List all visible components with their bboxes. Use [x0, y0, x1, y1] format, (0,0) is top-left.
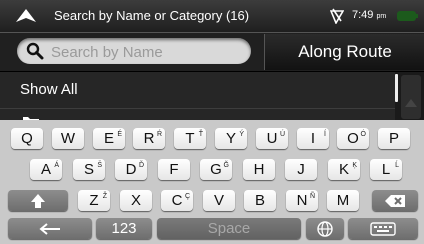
- key-label: F: [169, 161, 179, 178]
- key-alt-label: Ó: [360, 131, 366, 138]
- up-arrow-icon[interactable]: [14, 7, 38, 25]
- key-alt-label: Ď: [138, 162, 144, 169]
- key-t[interactable]: TŤ: [174, 128, 206, 149]
- hide-keyboard-key[interactable]: [348, 218, 418, 239]
- key-alt-label: Ú: [279, 131, 285, 138]
- globe-icon: [317, 220, 333, 237]
- key-label: P: [388, 130, 399, 147]
- key-z[interactable]: ZŽ: [78, 190, 110, 211]
- search-icon: [26, 42, 44, 60]
- key-label: M: [336, 192, 350, 209]
- key-x[interactable]: X: [120, 190, 152, 211]
- key-label: A: [40, 161, 51, 178]
- results-list: Show All: [0, 72, 395, 125]
- key-p[interactable]: P: [378, 128, 410, 149]
- key-label: S: [83, 161, 94, 178]
- key-i[interactable]: IÍ: [297, 128, 329, 149]
- key-e[interactable]: EÉ: [93, 128, 125, 149]
- space-key[interactable]: Space: [157, 218, 301, 239]
- key-alt-label: Ŕ: [156, 131, 162, 138]
- shift-key[interactable]: [8, 190, 68, 211]
- key-r[interactable]: RŔ: [133, 128, 165, 149]
- search-input[interactable]: [49, 41, 243, 63]
- key-label: O: [347, 130, 359, 147]
- key-u[interactable]: UÚ: [256, 128, 288, 149]
- list-item-show-all[interactable]: Show All: [0, 72, 395, 109]
- keyboard-icon: [370, 221, 396, 236]
- key-label: V: [213, 192, 224, 209]
- key-m[interactable]: M: [327, 190, 359, 211]
- key-label: K: [338, 161, 349, 178]
- along-route-button[interactable]: Along Route: [264, 34, 424, 70]
- scroll-up-button[interactable]: [401, 75, 421, 119]
- key-s[interactable]: SŠ: [73, 159, 105, 180]
- key-label: N: [296, 192, 308, 209]
- key-label: E: [103, 130, 114, 147]
- key-n[interactable]: NÑ: [286, 190, 318, 211]
- key-alt-label: Ķ: [352, 162, 357, 169]
- key-label: Q: [21, 130, 33, 147]
- key-y[interactable]: YÝ: [215, 128, 247, 149]
- backspace-icon: [385, 194, 405, 207]
- key-label: I: [310, 130, 316, 147]
- key-alt-label: Ý: [239, 131, 244, 138]
- key-g[interactable]: GĞ: [200, 159, 232, 180]
- backspace-key[interactable]: [372, 190, 418, 211]
- key-label: D: [125, 161, 137, 178]
- key-alt-label: Á: [54, 162, 59, 169]
- key-label: T: [185, 130, 195, 147]
- key-label: W: [60, 130, 76, 147]
- key-label: R: [143, 130, 155, 147]
- key-label: Z: [89, 192, 99, 209]
- battery-icon: [396, 9, 420, 23]
- key-alt-label: Ž: [102, 193, 107, 200]
- key-h[interactable]: H: [243, 159, 275, 180]
- numbers-key[interactable]: 123: [96, 218, 152, 239]
- search-box[interactable]: [17, 38, 251, 64]
- key-k[interactable]: KĶ: [328, 159, 360, 180]
- key-alt-label: Š: [97, 162, 102, 169]
- shift-icon: [31, 193, 45, 208]
- page-title: Search by Name or Category (16): [54, 8, 250, 23]
- gps-icon: [329, 8, 345, 25]
- key-w[interactable]: W: [52, 128, 84, 149]
- clock: 7:49 pm: [352, 9, 386, 21]
- key-alt-label: Ç: [184, 193, 190, 200]
- key-label: B: [254, 192, 265, 209]
- key-c[interactable]: CÇ: [161, 190, 193, 211]
- clock-suffix: pm: [376, 13, 387, 20]
- key-label: J: [297, 161, 305, 178]
- back-key[interactable]: [8, 218, 92, 239]
- key-label: U: [266, 130, 278, 147]
- key-alt-label: Ĺ: [395, 162, 399, 169]
- key-label: C: [171, 192, 183, 209]
- back-arrow-icon: [39, 222, 60, 235]
- scrollbar[interactable]: [395, 72, 424, 120]
- clock-time: 7:49: [352, 9, 374, 21]
- key-label: X: [130, 192, 141, 209]
- key-label: H: [253, 161, 265, 178]
- language-key[interactable]: [306, 218, 344, 239]
- onscreen-keyboard: QWEÉRŔTŤYÝUÚIÍOÓPAÁSŠDĎFGĞHJKĶLĹZŽXCÇVBN…: [0, 120, 424, 244]
- key-v[interactable]: V: [203, 190, 235, 211]
- key-b[interactable]: B: [244, 190, 276, 211]
- key-label: Y: [225, 130, 236, 147]
- key-l[interactable]: LĹ: [370, 159, 402, 180]
- key-label: L: [381, 161, 391, 178]
- search-row: Along Route: [0, 33, 424, 71]
- scroll-thumb[interactable]: [395, 74, 398, 102]
- key-alt-label: Í: [324, 131, 326, 138]
- key-alt-label: Ñ: [309, 193, 315, 200]
- key-q[interactable]: Q: [11, 128, 43, 149]
- key-o[interactable]: OÓ: [337, 128, 369, 149]
- key-j[interactable]: J: [285, 159, 317, 180]
- key-label: G: [210, 161, 222, 178]
- key-f[interactable]: F: [158, 159, 190, 180]
- title-bar: Search by Name or Category (16) 7:49 pm: [0, 0, 424, 33]
- key-alt-label: Ť: [198, 131, 203, 138]
- key-d[interactable]: DĎ: [115, 159, 147, 180]
- key-a[interactable]: AÁ: [30, 159, 62, 180]
- key-alt-label: Ğ: [223, 162, 229, 169]
- key-alt-label: É: [117, 131, 122, 138]
